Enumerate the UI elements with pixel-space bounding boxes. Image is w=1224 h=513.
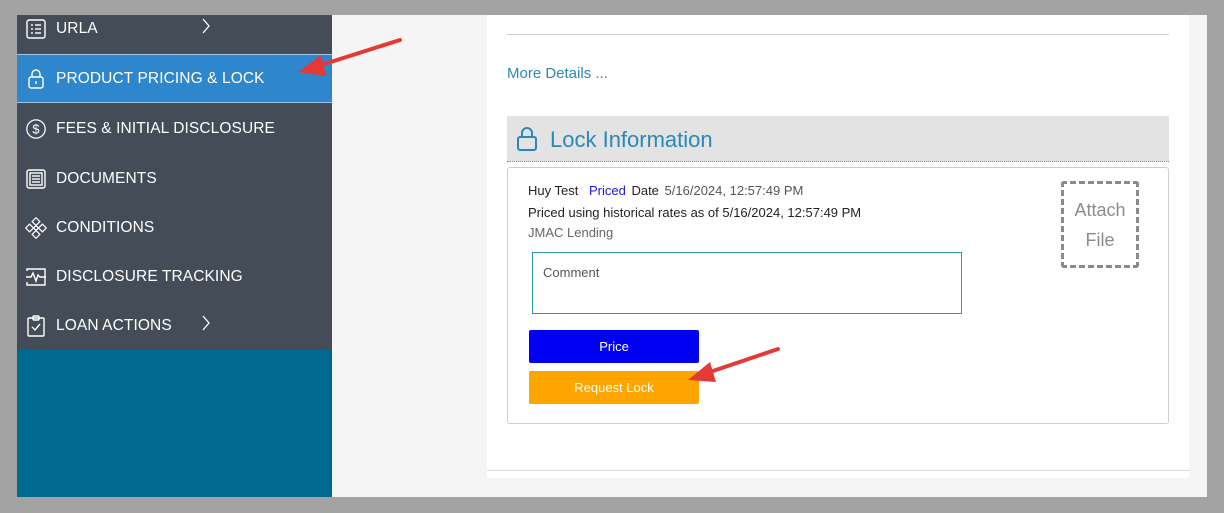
sidebar-item-label: LOAN ACTIONS [56, 316, 172, 334]
attach-file-button[interactable]: Attach File [1061, 181, 1139, 268]
sidebar-item-disclosure-tracking[interactable]: DISCLOSURE TRACKING [17, 252, 332, 301]
attach-label-line1: Attach [1074, 199, 1126, 220]
more-details-link[interactable]: More Details ... [507, 65, 608, 82]
sidebar-item-product-pricing-lock[interactable]: PRODUCT PRICING & LOCK [17, 54, 332, 103]
divider [507, 34, 1169, 35]
lock-icon [25, 68, 47, 90]
app-frame: URLA PRODUCT PRICING & LOCK $ FEES & INI… [17, 15, 1207, 497]
list-icon [25, 18, 47, 40]
attach-label-line2: File [1085, 229, 1115, 250]
network-icon [25, 216, 47, 239]
chevron-right-icon [201, 315, 211, 336]
date-label: Date [631, 183, 659, 198]
comment-field[interactable]: Comment [532, 252, 962, 314]
sidebar-nav: URLA PRODUCT PRICING & LOCK $ FEES & INI… [17, 15, 332, 350]
price-button[interactable]: Price [529, 330, 699, 363]
sidebar-item-loan-actions[interactable]: LOAN ACTIONS [17, 301, 332, 350]
divider [487, 470, 1189, 471]
sidebar-item-label: PRODUCT PRICING & LOCK [56, 69, 265, 87]
lock-information-header: Lock Information [507, 116, 1169, 162]
user-name: Huy Test [528, 183, 579, 198]
date-value: 5/16/2024, 12:57:49 PM [664, 183, 804, 198]
sidebar-item-urla[interactable]: URLA [17, 15, 332, 53]
section-title: Lock Information [550, 127, 713, 152]
lock-icon [514, 126, 540, 157]
sidebar-item-label: FEES & INITIAL DISCLOSURE [56, 119, 275, 137]
priced-note: Priced using historical rates as of 5/16… [528, 205, 862, 220]
chevron-right-icon [201, 18, 211, 39]
lock-information-panel: Huy Test Priced Date 5/16/2024, 12:57:49… [507, 167, 1169, 424]
request-lock-button[interactable]: Request Lock [529, 371, 699, 404]
sidebar-item-label: DISCLOSURE TRACKING [56, 267, 243, 285]
svg-text:$: $ [32, 121, 39, 136]
status-badge: Priced [588, 183, 626, 198]
dollar-circle-icon: $ [25, 118, 47, 140]
sidebar-item-label: CONDITIONS [56, 218, 155, 236]
documents-icon [25, 168, 47, 190]
pricing-status-line: Huy Test Priced Date 5/16/2024, 12:57:49… [528, 183, 803, 198]
sidebar-item-documents[interactable]: DOCUMENTS [17, 154, 332, 203]
sidebar-item-conditions[interactable]: CONDITIONS [17, 203, 332, 252]
sidebar-item-fees-initial-disclosure[interactable]: $ FEES & INITIAL DISCLOSURE [17, 104, 332, 153]
main-content: More Details ... Lock Information Huy Te… [487, 15, 1189, 478]
clipboard-check-icon [25, 314, 47, 337]
sidebar-item-label: DOCUMENTS [56, 169, 157, 187]
sidebar: URLA PRODUCT PRICING & LOCK $ FEES & INI… [17, 15, 332, 497]
lender-name: JMAC Lending [528, 225, 614, 240]
sidebar-item-label: URLA [56, 19, 98, 37]
activity-icon [25, 266, 47, 288]
